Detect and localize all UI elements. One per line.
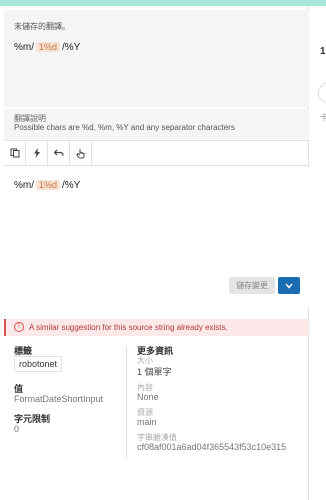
editor-token: 1%d	[36, 180, 61, 190]
tag-badge[interactable]: robotonet	[14, 356, 63, 372]
source-heading: 未儲存的翻譯。	[14, 22, 70, 31]
hash-value: cf08af001a6ad04f365543f53c10e315	[137, 442, 287, 452]
format-suffix: /%Y	[62, 42, 81, 53]
translation-panel: 未儲存的翻譯。 %m/1%d/%Y 翻譯說明 Possible chars ar…	[0, 6, 309, 500]
avatar[interactable]	[318, 82, 326, 104]
char-limit-title: 字元限制	[14, 414, 51, 424]
save-options-button[interactable]	[278, 277, 300, 294]
format-token: 1%d	[36, 42, 61, 52]
undo-button[interactable]	[48, 141, 70, 165]
save-button[interactable]: 儲存變更	[229, 277, 275, 294]
copy-button[interactable]	[4, 141, 26, 165]
auto-translate-button[interactable]	[26, 141, 48, 165]
editor-text[interactable]: %m/1%d/%Y	[14, 180, 80, 191]
source-string: %m/1%d/%Y	[14, 42, 80, 53]
chevron-down-icon	[285, 283, 293, 289]
hand-icon	[75, 148, 84, 158]
editor-suffix: /%Y	[62, 180, 81, 191]
alert-text: A similar suggestion for this source str…	[29, 323, 228, 332]
size-value: 1 個單字	[137, 367, 172, 377]
duplicate-suggestion-alert: ! A similar suggestion for this source s…	[4, 319, 309, 336]
string-info: 標籤 robotonet 值 FormatDateShortInput 字元限制…	[4, 340, 309, 500]
undo-icon	[53, 149, 64, 156]
char-limit-value: 0	[14, 424, 20, 434]
editor-prefix: %m/	[14, 180, 34, 191]
lightning-icon	[33, 148, 40, 158]
translation-hint: 翻譯說明 Possible chars are %d, %m, %Y and a…	[4, 109, 309, 139]
format-prefix: %m/	[14, 42, 34, 53]
info-divider	[126, 346, 127, 458]
warning-icon: !	[14, 322, 24, 332]
pointer-button[interactable]	[70, 141, 92, 165]
editor-toolbar	[4, 140, 309, 166]
source-string-box: 未儲存的翻譯。 %m/1%d/%Y	[4, 10, 309, 107]
right-side-panel: 1 卡	[310, 6, 326, 500]
copy-icon	[10, 148, 19, 158]
right-panel-text: 卡	[320, 113, 326, 122]
right-panel-number: 1	[320, 46, 326, 57]
content-value: None	[137, 392, 159, 402]
hint-text: Possible chars are %d, %m, %Y and any se…	[14, 123, 235, 132]
resource-value: main	[137, 417, 157, 427]
value-text: FormatDateShortInput	[14, 394, 104, 404]
